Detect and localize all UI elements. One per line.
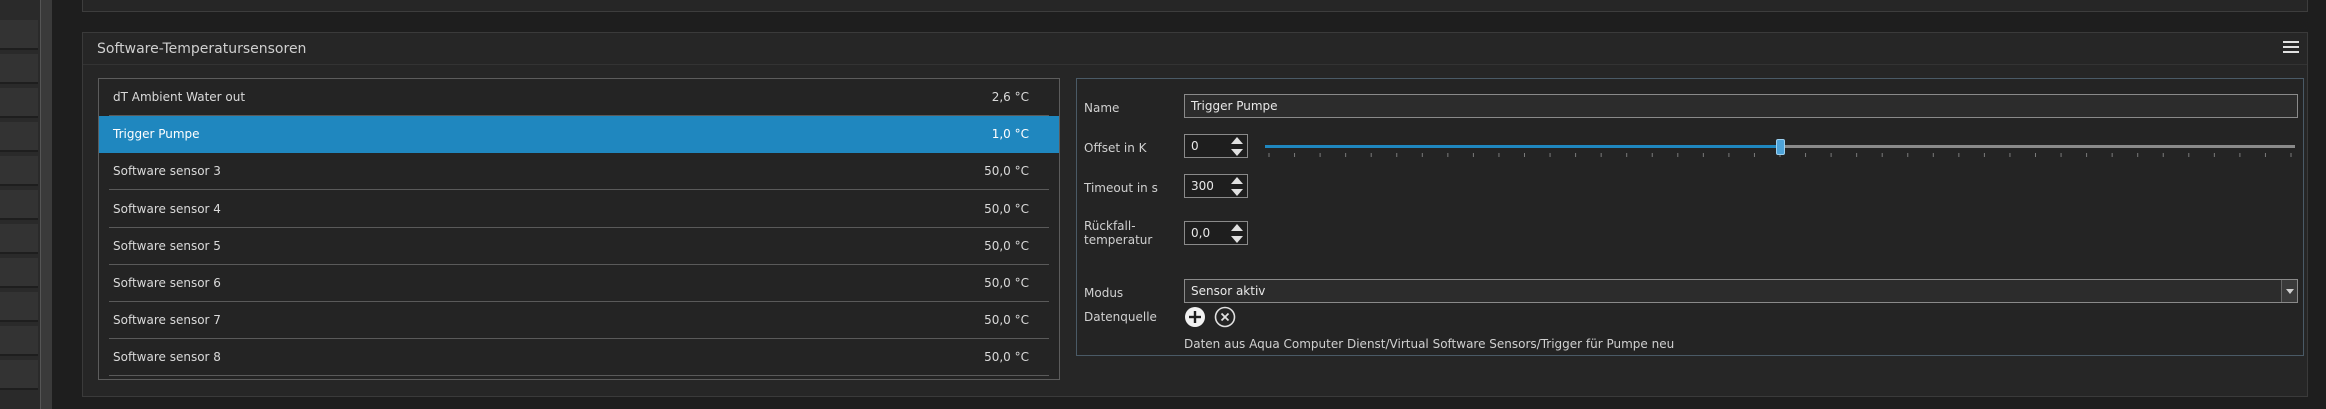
stepper-down-icon[interactable] [1231, 189, 1243, 196]
slider-thumb[interactable] [1775, 139, 1785, 155]
panel-title: Software-Temperatursensoren [97, 41, 307, 57]
offset-label: Offset in K [1084, 141, 1147, 155]
sensor-value: 50,0 °C [984, 276, 1029, 290]
fallback-label-line1: Rückfall- [1084, 219, 1136, 233]
sensor-name: dT Ambient Water out [113, 90, 246, 104]
side-panel-cell[interactable] [0, 156, 38, 186]
side-panel-cell[interactable] [0, 292, 38, 322]
sensor-name: Software sensor 4 [113, 201, 221, 216]
fallback-label-line2: temperatur [1084, 233, 1153, 247]
side-panel-cell[interactable] [0, 258, 38, 288]
row-separator [109, 375, 1049, 377]
timeout-label: Timeout in s [1084, 181, 1158, 195]
side-panel-cell[interactable] [0, 54, 38, 84]
side-panel-cell[interactable] [0, 20, 38, 50]
stepper-down-icon[interactable] [1231, 236, 1243, 243]
sensor-name: Software sensor 3 [113, 164, 221, 179]
sensor-value: 50,0 °C [984, 238, 1029, 253]
sensor-list: dT Ambient Water out 2,6 °C Trigger Pumpe 1… [98, 78, 1060, 380]
timeout-stepper[interactable]: 300 [1184, 174, 1248, 198]
sensor-list-item[interactable]: Trigger Pumpe 1,0 °C [99, 116, 1059, 154]
sensor-value: 2,6 °C [991, 90, 1029, 104]
side-panel-cell[interactable] [0, 360, 38, 390]
fallback-temperature-label: Rückfall- temperatur [1084, 219, 1152, 247]
sensor-value: 50,0 °C [984, 164, 1029, 179]
sensor-list-item[interactable]: dT Ambient Water out 2,6 °C [99, 79, 1059, 116]
sensor-list-item[interactable]: Software sensor 4 50,0 °C [99, 191, 1059, 228]
offset-value: 0 [1191, 139, 1199, 153]
fallback-temperature-stepper[interactable]: 0,0 [1184, 221, 1248, 245]
stepper-up-icon[interactable] [1231, 177, 1243, 184]
sensor-list-item[interactable]: Software sensor 6 50,0 °C [99, 265, 1059, 302]
sensor-name: Software sensor 7 [113, 313, 221, 328]
mode-value: Sensor aktiv [1191, 284, 1266, 298]
fallback-value: 0,0 [1191, 226, 1211, 240]
sensor-value: 50,0 °C [984, 313, 1029, 328]
sensor-name: Software sensor 8 [113, 350, 221, 365]
chevron-down-icon[interactable] [2281, 280, 2297, 302]
sensor-list-item[interactable]: Software sensor 7 50,0 °C [99, 302, 1059, 340]
offset-slider[interactable] [1265, 139, 2295, 159]
side-panel-cell[interactable] [0, 122, 38, 152]
software-temperature-sensors-panel: Software-Temperatursensoren dT Ambient W… [82, 32, 2308, 397]
data-source-path: Daten aus Aqua Computer Dienst/Virtual S… [1184, 337, 1675, 351]
sensor-list-item[interactable]: Software sensor 8 50,0 °C [99, 339, 1059, 377]
data-source-label: Datenquelle [1084, 310, 1157, 324]
sensor-value: 50,0 °C [984, 350, 1029, 365]
side-panel-cell[interactable] [0, 190, 38, 220]
sensor-name: Software sensor 6 [113, 276, 221, 290]
mode-label: Modus [1084, 286, 1124, 300]
sensor-list-item[interactable]: Software sensor 3 50,0 °C [99, 153, 1059, 191]
sensor-detail-panel: Name Trigger Pumpe Offset in K 0 Timeout… [1076, 78, 2304, 356]
plus-circle-icon[interactable] [1184, 306, 1206, 328]
sensor-value: 50,0 °C [984, 201, 1029, 216]
sensor-list-item[interactable]: Software sensor 5 50,0 °C [99, 228, 1059, 265]
offset-stepper[interactable]: 0 [1184, 134, 1248, 158]
mode-select[interactable]: Sensor aktiv [1184, 279, 2298, 303]
side-panel-cell[interactable] [0, 224, 38, 254]
name-input[interactable]: Trigger Pumpe [1184, 94, 2298, 118]
sensor-name: Trigger Pumpe [113, 127, 200, 142]
hamburger-menu-icon[interactable] [2283, 41, 2299, 55]
sensor-name: Software sensor 5 [113, 238, 221, 253]
side-panel-cell[interactable] [0, 88, 38, 118]
panel-header: Software-Temperatursensoren [83, 33, 2307, 65]
previous-panel-bottom [82, 0, 2308, 12]
name-label: Name [1084, 101, 1120, 115]
sensor-value: 1,0 °C [991, 127, 1029, 142]
splitter[interactable] [40, 0, 52, 409]
timeout-value: 300 [1191, 179, 1214, 193]
stepper-up-icon[interactable] [1231, 137, 1243, 144]
side-panel-strip [0, 0, 40, 409]
stepper-up-icon[interactable] [1231, 224, 1243, 231]
stepper-down-icon[interactable] [1231, 149, 1243, 156]
slider-fill [1265, 145, 1780, 148]
side-panel-cell[interactable] [0, 326, 38, 356]
close-circle-icon[interactable] [1214, 306, 1236, 328]
